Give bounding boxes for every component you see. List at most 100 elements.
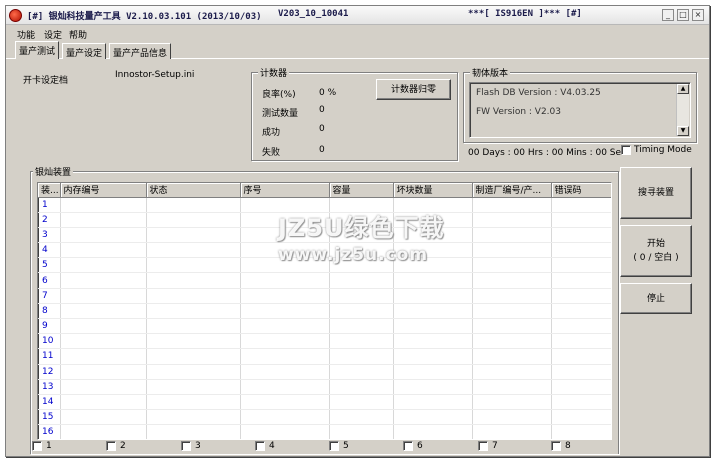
table-cell	[60, 272, 147, 289]
table-cell	[551, 288, 611, 304]
table-cell	[551, 257, 611, 274]
timing-mode-checkbox[interactable]	[621, 145, 631, 155]
start-button[interactable]: 开始 ( 0 / 空白 )	[620, 225, 692, 277]
firmware-group-title: 韧体版本	[470, 66, 511, 79]
reset-counter-button[interactable]: 计数器归零	[376, 79, 451, 100]
tab-production-settings[interactable]: 量产设定	[62, 43, 107, 59]
col-slot[interactable]: 装...	[38, 183, 61, 198]
table-cell	[551, 364, 611, 380]
col-capacity[interactable]: 容量	[329, 183, 394, 198]
main-window: [#] 银灿科技量产工具 V2.10.03.101 (2013/10/03) V…	[5, 5, 710, 457]
test-count-value: 0	[319, 105, 325, 115]
table-cell	[146, 212, 241, 228]
table-row[interactable]: 14	[38, 394, 611, 411]
port-6-label: 6	[417, 441, 423, 451]
port-2-checkbox[interactable]	[106, 441, 116, 451]
port-5-checkbox[interactable]	[329, 441, 339, 451]
table-cell	[393, 227, 473, 244]
table-cell	[146, 379, 241, 395]
table-cell	[146, 197, 241, 213]
device-table[interactable]: 装... 内存编号 状态 序号 容量 坏块数量 制造厂编号/产... 错误码 1…	[37, 182, 612, 440]
table-row[interactable]: 5	[38, 257, 611, 274]
slot-number: 8	[38, 303, 61, 320]
table-cell	[60, 303, 147, 320]
scroll-down-icon[interactable]: ▼	[677, 126, 689, 136]
firmware-info-box: Flash DB Version : V4.03.25 FW Version :…	[469, 82, 691, 138]
table-cell	[329, 394, 394, 411]
table-cell	[329, 424, 394, 439]
success-label: 成功	[262, 128, 281, 138]
table-cell	[551, 394, 611, 411]
menu-function[interactable]: 功能	[17, 28, 35, 41]
table-cell	[551, 409, 611, 426]
maximize-button[interactable]: □	[677, 9, 689, 21]
col-vendor-product[interactable]: 制造厂编号/产...	[472, 183, 552, 198]
table-cell	[393, 257, 473, 274]
table-cell	[472, 288, 552, 304]
table-cell	[329, 227, 394, 244]
table-row[interactable]: 6	[38, 272, 611, 289]
col-error-code[interactable]: 错误码	[551, 183, 611, 198]
port-1-label: 1	[46, 441, 52, 451]
table-cell	[393, 242, 473, 259]
table-row[interactable]: 13	[38, 379, 611, 395]
slot-number: 7	[38, 288, 61, 304]
table-row[interactable]: 11	[38, 348, 611, 365]
menu-help[interactable]: 帮助	[69, 28, 87, 41]
col-status[interactable]: 状态	[146, 183, 241, 198]
close-button[interactable]: ×	[692, 9, 704, 21]
firmware-scrollbar[interactable]: ▲ ▼	[676, 84, 689, 136]
table-row[interactable]: 8	[38, 303, 611, 320]
port-4-checkbox[interactable]	[255, 441, 265, 451]
scroll-up-icon[interactable]: ▲	[677, 84, 689, 94]
table-cell	[472, 272, 552, 289]
port-4-label: 4	[269, 441, 275, 451]
table-row[interactable]: 10	[38, 333, 611, 350]
table-cell	[60, 257, 147, 274]
table-cell	[329, 348, 394, 365]
table-cell	[551, 318, 611, 335]
table-cell	[472, 212, 552, 228]
menu-settings[interactable]: 设定	[44, 28, 62, 41]
slot-number: 10	[38, 333, 61, 350]
table-cell	[329, 212, 394, 228]
table-cell	[551, 303, 611, 320]
tab-production-test[interactable]: 量产测试	[15, 41, 60, 59]
port-7-checkbox[interactable]	[478, 441, 488, 451]
port-6-checkbox[interactable]	[403, 441, 413, 451]
window-title-chip: ***[ IS916EN ]*** [#]	[468, 9, 582, 19]
table-cell	[472, 227, 552, 244]
minimize-button[interactable]: _	[662, 9, 674, 21]
table-row[interactable]: 12	[38, 364, 611, 380]
flash-db-version: Flash DB Version : V4.03.25	[476, 88, 601, 98]
table-row[interactable]: 9	[38, 318, 611, 335]
table-cell	[393, 379, 473, 395]
table-row[interactable]: 3	[38, 227, 611, 244]
port-1-checkbox[interactable]	[32, 441, 42, 451]
col-bad-blocks[interactable]: 坏块数量	[393, 183, 473, 198]
col-serial[interactable]: 序号	[240, 183, 330, 198]
slot-number: 13	[38, 379, 61, 395]
table-row[interactable]: 1	[38, 197, 611, 213]
tab-product-info[interactable]: 量产产品信息	[109, 43, 172, 59]
table-row[interactable]: 2	[38, 212, 611, 228]
port-3-checkbox[interactable]	[181, 441, 191, 451]
tab-strip: 量产测试 量产设定 量产产品信息	[6, 41, 709, 59]
table-cell	[240, 242, 330, 259]
table-cell	[551, 379, 611, 395]
table-row[interactable]: 15	[38, 409, 611, 426]
table-cell	[329, 364, 394, 380]
table-cell	[329, 272, 394, 289]
table-cell	[240, 227, 330, 244]
table-row[interactable]: 4	[38, 242, 611, 259]
table-row[interactable]: 16	[38, 424, 611, 439]
port-8-checkbox[interactable]	[551, 441, 561, 451]
table-row[interactable]: 7	[38, 288, 611, 304]
table-cell	[240, 288, 330, 304]
slot-number: 15	[38, 409, 61, 426]
col-memory-id[interactable]: 内存编号	[60, 183, 147, 198]
table-cell	[146, 364, 241, 380]
stop-button[interactable]: 停止	[620, 283, 692, 314]
search-devices-button[interactable]: 搜寻装置	[620, 167, 692, 219]
menu-bar: 功能 设定 帮助	[6, 26, 709, 42]
